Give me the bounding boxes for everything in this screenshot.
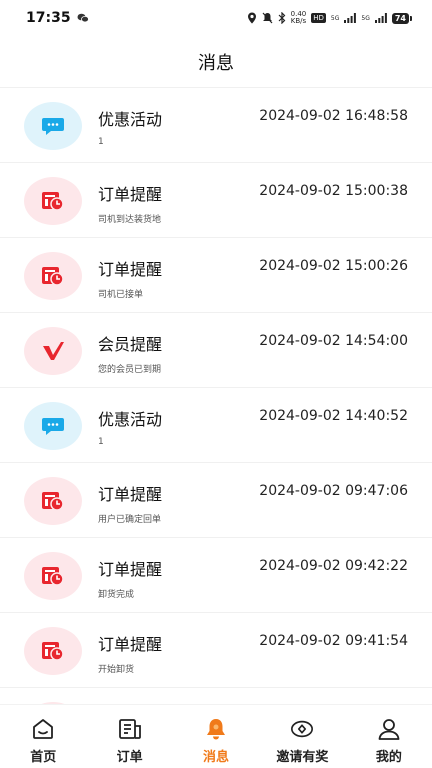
message-title: 优惠活动	[98, 110, 163, 129]
order-clock-icon	[42, 492, 64, 511]
tab-mine[interactable]: 我的	[346, 705, 432, 768]
message-time: 2024-09-02 09:47:06	[259, 483, 408, 499]
signal-icon	[344, 13, 357, 23]
bell-icon	[204, 717, 228, 741]
hd-badge: HD	[311, 13, 326, 23]
net-speed-unit: KB/s	[290, 17, 307, 25]
tab-home[interactable]: 首页	[0, 705, 86, 768]
message-avatar	[24, 102, 82, 150]
message-title: 订单提醒	[98, 635, 163, 654]
page-header: 消息	[0, 36, 432, 88]
message-avatar	[24, 177, 82, 225]
tab-orders[interactable]: 订单	[86, 705, 172, 768]
bluetooth-icon	[278, 12, 286, 24]
order-list-icon	[118, 717, 142, 741]
order-clock-icon	[42, 192, 64, 211]
message-time: 2024-09-02 14:40:52	[259, 408, 408, 424]
message-subtitle: 用户已确定回单	[98, 515, 162, 525]
signal-icon-2	[374, 13, 387, 23]
message-time: 2024-09-02 09:42:22	[259, 558, 408, 574]
message-item[interactable]: 会员提醒 2024-09-02 14:54:00 您的会员已到期	[0, 313, 432, 388]
message-time: 2024-09-02 16:48:58	[259, 108, 408, 124]
home-icon	[31, 717, 55, 741]
message-avatar	[24, 402, 82, 450]
message-subtitle: 司机到达装货地	[98, 215, 162, 225]
tab-label: 消息	[203, 750, 230, 765]
message-title: 订单提醒	[98, 560, 163, 579]
tab-invite[interactable]: 邀请有奖	[259, 705, 345, 768]
invite-eye-icon	[290, 717, 314, 741]
net-speed: 0.40 KB/s	[291, 11, 307, 25]
tab-messages[interactable]: 消息	[173, 705, 259, 768]
message-item[interactable]: 订单提醒 2024-09-02 09:47:06 用户已确定回单	[0, 463, 432, 538]
message-subtitle: 您的会员已到期	[98, 365, 162, 375]
message-item-partial[interactable]	[0, 688, 432, 704]
battery-tip	[410, 15, 412, 21]
chat-bubble-icon	[42, 118, 64, 135]
message-item[interactable]: 订单提醒 2024-09-02 15:00:38 司机到达装货地	[0, 163, 432, 238]
location-icon	[247, 12, 256, 24]
message-subtitle: 卸货完成	[98, 590, 135, 600]
status-time: 17:35	[26, 10, 71, 26]
tab-label: 首页	[30, 750, 57, 765]
wechat-icon	[77, 13, 89, 23]
order-clock-icon	[42, 642, 64, 661]
message-title: 订单提醒	[98, 260, 163, 279]
chat-bubble-icon	[42, 418, 64, 435]
message-subtitle: 司机已接单	[98, 290, 144, 300]
message-avatar	[24, 252, 82, 300]
tab-label: 邀请有奖	[276, 750, 329, 765]
message-subtitle: 1	[98, 437, 104, 447]
message-avatar	[24, 477, 82, 525]
status-bar: 17:35 0.40 KB/s HD 5G 5G 74	[0, 0, 432, 36]
message-subtitle: 开始卸货	[98, 665, 135, 675]
message-time: 2024-09-02 09:41:54	[259, 633, 408, 649]
battery-level: 74	[391, 12, 409, 24]
vip-v-icon	[43, 342, 64, 360]
signal-label-2: 5G	[361, 14, 370, 22]
page-title: 消息	[198, 52, 234, 74]
tab-label: 订单	[116, 750, 143, 765]
battery-indicator: 74	[391, 12, 412, 24]
message-time: 2024-09-02 15:00:38	[259, 183, 408, 199]
message-item[interactable]: 订单提醒 2024-09-02 09:41:54 开始卸货	[0, 613, 432, 688]
message-avatar	[24, 552, 82, 600]
tab-label: 我的	[375, 750, 402, 765]
message-item[interactable]: 订单提醒 2024-09-02 15:00:26 司机已接单	[0, 238, 432, 313]
message-time: 2024-09-02 14:54:00	[259, 333, 408, 349]
status-icons: 0.40 KB/s HD 5G 5G 74	[247, 11, 412, 25]
message-item[interactable]: 优惠活动 2024-09-02 14:40:52 1	[0, 388, 432, 463]
message-title: 订单提醒	[98, 485, 163, 504]
order-clock-icon	[42, 267, 64, 286]
message-subtitle: 1	[98, 137, 104, 147]
message-time: 2024-09-02 15:00:26	[259, 258, 408, 274]
message-avatar	[24, 627, 82, 675]
message-item[interactable]: 订单提醒 2024-09-02 09:42:22 卸货完成	[0, 538, 432, 613]
signal-label-1: 5G	[330, 14, 340, 22]
message-title: 订单提醒	[98, 185, 163, 204]
message-item[interactable]: 优惠活动 2024-09-02 16:48:58 1	[0, 88, 432, 163]
message-list[interactable]: 优惠活动 2024-09-02 16:48:58 1 订单提醒 2024-09-…	[0, 88, 432, 704]
order-clock-icon	[42, 567, 64, 586]
message-avatar	[24, 327, 82, 375]
message-title: 会员提醒	[98, 335, 163, 354]
user-icon	[377, 717, 401, 741]
bottom-tab-bar: 首页 订单 消息 邀请有奖 我的	[0, 704, 432, 768]
mute-bell-icon	[262, 12, 273, 24]
message-title: 优惠活动	[98, 410, 163, 429]
